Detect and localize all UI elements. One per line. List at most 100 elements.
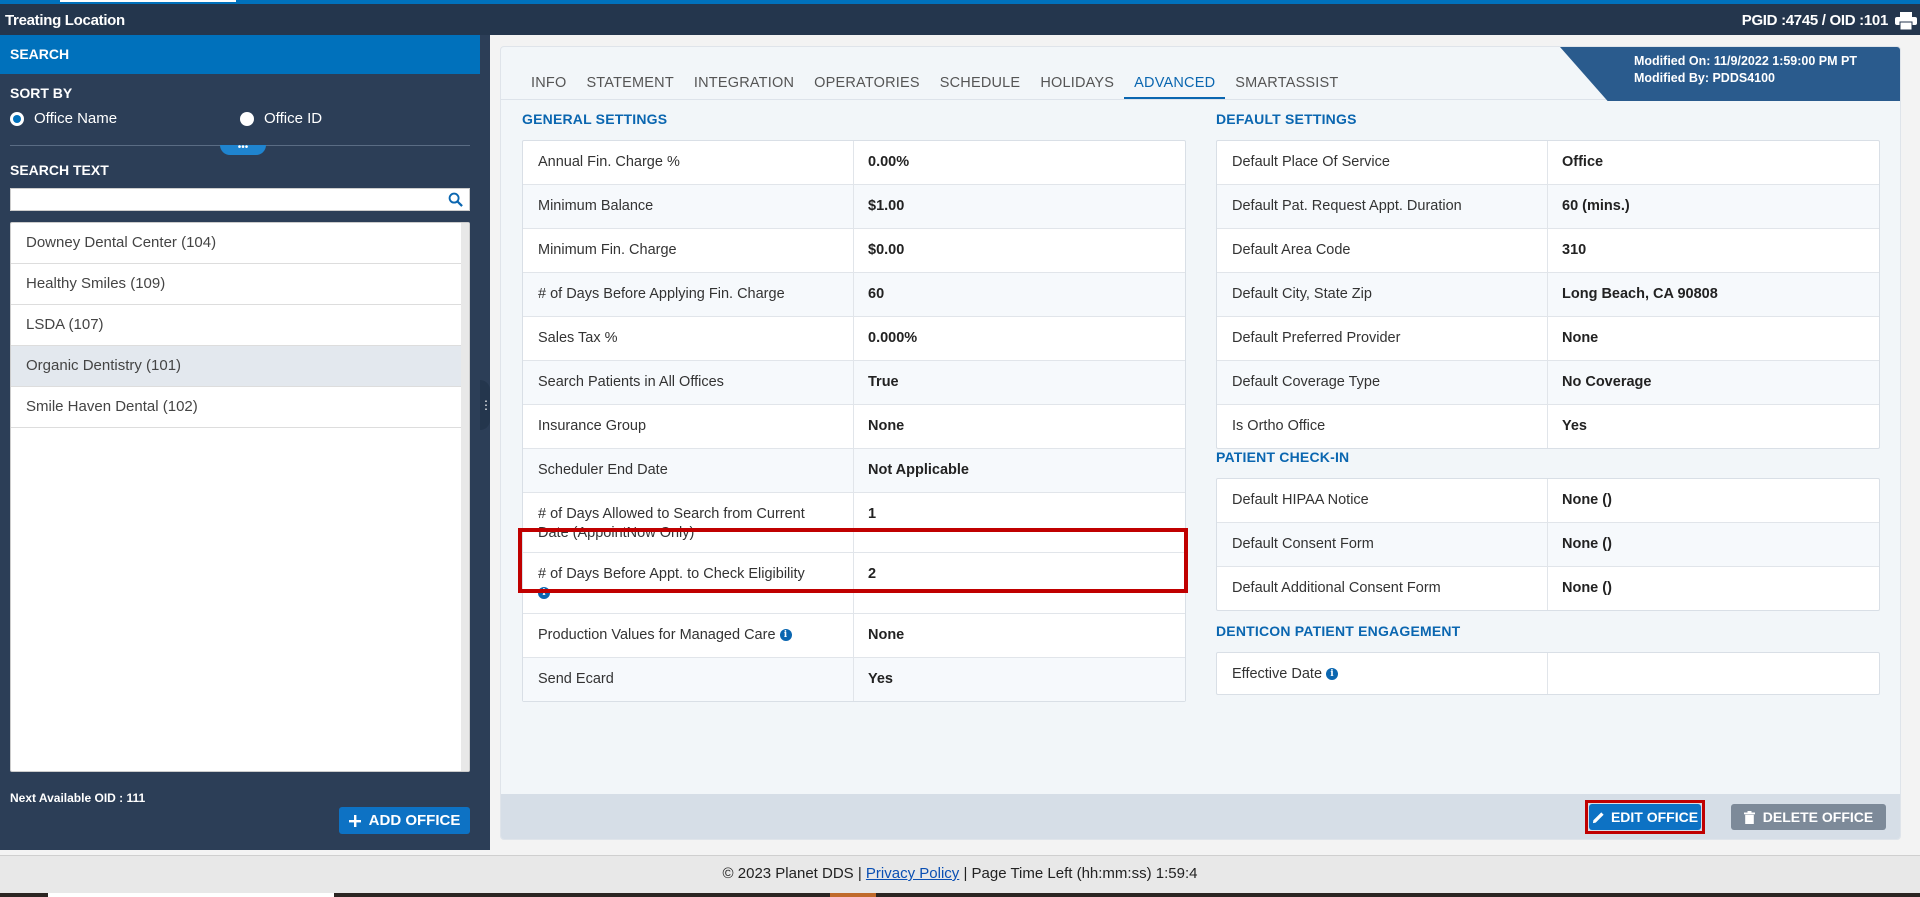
setting-value: 310 [1562,242,1587,258]
setting-label: Default Area Code [1217,229,1548,272]
office-list-scrollbar[interactable] [461,223,469,771]
setting-value: No Coverage [1562,374,1652,390]
table-row: Default Preferred Provider None [1217,317,1879,361]
setting-label: Sales Tax % [523,317,854,360]
tab-smartassist[interactable]: SMARTASSIST [1225,71,1348,99]
collapse-grip-handle[interactable]: ••• [220,143,266,155]
tab-integration[interactable]: INTEGRATION [684,71,804,99]
table-row: Default Area Code 310 [1217,229,1879,273]
setting-label: Default Preferred Provider [1217,317,1548,360]
panel-splitter[interactable]: ⋮ [480,35,492,850]
setting-label-with-info: Effective Date i [1217,653,1548,694]
page-footer: © 2023 Planet DDS | Privacy Policy | Pag… [0,855,1920,893]
search-sidebar: SEARCH SORT BY Office Name Office ID •••… [0,35,480,850]
setting-value: 2 [868,566,877,582]
tab-info[interactable]: INFO [521,71,576,99]
tab-advanced[interactable]: ADVANCED [1124,71,1226,99]
office-list-item[interactable]: Healthy Smiles (109) [11,264,463,305]
table-row: Default Consent Form None () [1217,523,1879,567]
tab-statement[interactable]: STATEMENT [576,71,683,99]
table-row-eligibility: # of Days Before Appt. to Check Eligibil… [523,553,1185,614]
table-row: Sales Tax % 0.000% [523,317,1185,361]
table-row: Scheduler End Date Not Applicable [523,449,1185,493]
tab-schedule[interactable]: SCHEDULE [930,71,1031,99]
table-row: Annual Fin. Charge % 0.00% [523,141,1185,185]
taskbar-segment [48,893,334,897]
info-icon[interactable]: i [779,629,792,642]
plus-icon [348,814,361,827]
office-list-item[interactable]: Downey Dental Center (104) [11,223,463,264]
table-row: Default City, State Zip Long Beach, CA 90… [1217,273,1879,317]
sort-office-id-radio[interactable]: Office ID [240,110,322,127]
table-row: Send Ecard Yes [523,658,1185,701]
table-row: Default Pat. Request Appt. Duration 60 (m… [1217,185,1879,229]
add-office-button[interactable]: ADD OFFICE [339,807,470,834]
setting-label: Minimum Balance [523,185,854,228]
setting-label: Annual Fin. Charge % [523,141,854,184]
privacy-policy-link[interactable]: Privacy Policy [866,865,959,882]
setting-value: None [868,627,905,643]
setting-label: # of Days Before Applying Fin. Charge [523,273,854,316]
search-icon[interactable] [448,192,463,207]
search-input[interactable] [11,189,431,210]
search-field[interactable] [10,188,470,211]
setting-value: $0.00 [868,242,905,258]
setting-label: # of Days Allowed to Search from Current… [523,493,854,552]
setting-label: Default Place Of Service [1217,141,1548,184]
setting-value: 60 (mins.) [1562,198,1630,214]
setting-label: Default Pat. Request Appt. Duration [1217,185,1548,228]
pencil-icon [1592,811,1604,823]
search-text-label: SEARCH TEXT [10,162,109,178]
setting-value: 0.000% [868,330,918,346]
modified-on-text: Modified On: 11/9/2022 1:59:00 PM PT [1634,54,1857,68]
table-row: Default Place Of Service Office [1217,141,1879,185]
default-settings-table: Default Place Of Service Office Default P… [1216,140,1880,449]
office-list-item[interactable]: LSDA (107) [11,305,463,346]
page-timer-text: | Page Time Left (hh:mm:ss) 1:59:4 [963,865,1198,882]
setting-value: None [868,418,905,434]
general-settings-title: GENERAL SETTINGS [522,111,668,127]
add-office-label: ADD OFFICE [368,812,461,829]
edit-office-button[interactable]: EDIT OFFICE [1589,804,1701,830]
setting-value: Yes [1562,418,1587,434]
office-list-item-selected[interactable]: Organic Dentistry (101) [11,346,463,387]
modified-by-text: Modified By: PDDS4100 [1634,71,1776,85]
table-row: # of Days Allowed to Search from Current… [523,493,1185,553]
trash-icon [1743,810,1755,824]
table-row: Insurance Group None [523,405,1185,449]
splitter-handle-icon[interactable]: ⋮ [480,380,492,430]
browser-tab-hint [60,0,236,2]
info-icon[interactable]: i [538,587,550,600]
table-row: Minimum Fin. Charge $0.00 [523,229,1185,273]
sort-option-label: Office Name [34,110,118,127]
setting-label: Default City, State Zip [1217,273,1548,316]
delete-office-button[interactable]: DELETE OFFICE [1731,804,1886,830]
table-row: Search Patients in All Offices True [523,361,1185,405]
table-row: Production Values for Managed Care i None [523,614,1185,658]
table-row: Default Coverage Type No Coverage [1217,361,1879,405]
table-row: Minimum Balance $1.00 [523,185,1185,229]
table-row: Default Additional Consent Form None () [1217,567,1879,610]
setting-label: Minimum Fin. Charge [523,229,854,272]
tab-holidays[interactable]: HOLIDAYS [1030,71,1124,99]
sort-office-name-radio[interactable]: Office Name [10,110,117,127]
setting-label: Default Additional Consent Form [1217,567,1548,610]
title-bar: Treating Location PGID :4745 / OID :101 [0,4,1920,35]
table-row: Default HIPAA Notice None () [1217,479,1879,523]
panel-action-bar: EDIT OFFICE DELETE OFFICE [501,794,1900,839]
setting-value: 0.00% [868,154,910,170]
radio-unselected-icon [240,111,254,126]
setting-label: Default Coverage Type [1217,361,1548,404]
copyright-text: © 2023 Planet DDS | [722,865,862,882]
printer-icon[interactable] [1894,12,1918,30]
patient-checkin-title: PATIENT CHECK-IN [1216,449,1350,465]
setting-value: 1 [868,506,877,522]
setting-label: Effective Date [1232,666,1323,682]
setting-label: Production Values for Managed Care [538,627,776,643]
office-list-item[interactable]: Smile Haven Dental (102) [11,387,463,428]
setting-value: $1.00 [868,198,905,214]
sidebar-header: SEARCH [0,35,480,74]
info-icon[interactable]: i [1326,668,1339,681]
patient-engagement-title: DENTICON PATIENT ENGAGEMENT [1216,623,1461,639]
tab-operatories[interactable]: OPERATORIES [804,71,930,99]
